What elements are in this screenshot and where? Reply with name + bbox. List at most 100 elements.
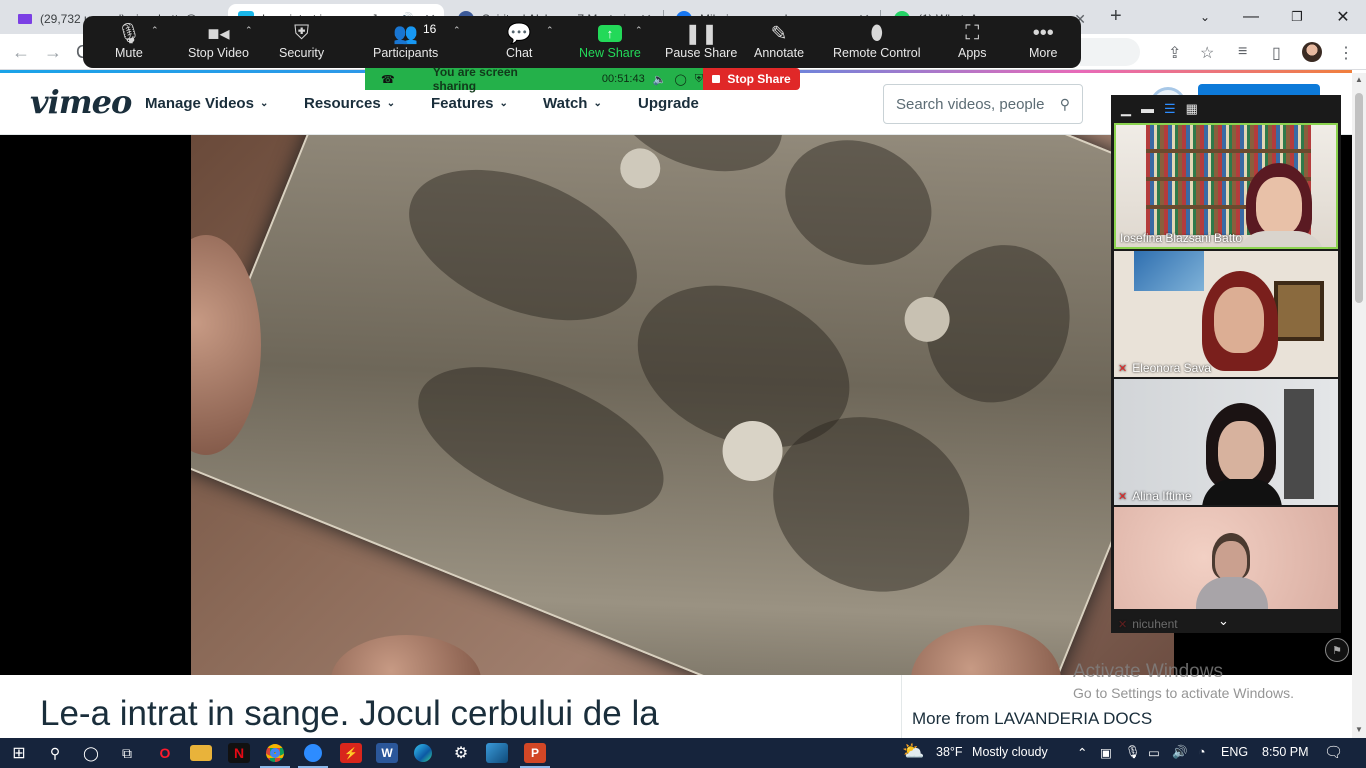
more-label: More [1029,46,1058,60]
speaker-view-icon[interactable]: ☰ [1164,101,1176,117]
vimeo-logo[interactable]: vimeo [30,83,132,121]
powerpoint-icon[interactable]: P [524,743,546,763]
nav-upgrade[interactable]: Upgrade [638,95,699,112]
annotate-button[interactable]: ✎ Annotate [754,20,804,61]
search-input[interactable]: Search videos, people ⚲ [883,84,1083,124]
remote-control-button[interactable]: ⬮ Remote Control [833,20,921,61]
screen-sharing-banner[interactable]: ☎ You are screen sharing 00:51:43 🔈 ◯ ⛨ [365,65,703,93]
record-icon[interactable]: ◯ [674,73,686,86]
nav-resources[interactable]: Resources ⌄ [304,95,395,112]
side-panel-icon[interactable]: ▯ [1272,43,1281,63]
participant-tile[interactable]: Iosefina Blazsani Batto [1114,123,1338,249]
microphone-icon[interactable]: 🎙 [1125,745,1141,760]
tab-search-icon[interactable]: ⌄ [1182,0,1228,34]
settings-gear-icon[interactable]: ⚙ [450,743,472,763]
participant-name: Iosefina Blazsani Batto [1120,231,1243,245]
nav-label: Manage Videos [145,95,254,112]
edge-icon[interactable] [412,743,434,763]
stop-share-button[interactable]: Stop Share [703,68,800,90]
opera-icon[interactable]: O [154,743,176,763]
video-title: Le-a intrat in sange. Jocul cerbului de … [40,694,659,733]
minimize-panel-icon[interactable]: ▁ [1121,101,1131,117]
bookmark-star-icon[interactable]: ☆ [1200,43,1214,63]
chat-button[interactable]: 💬 Chat [506,20,532,61]
wifi-icon[interactable]: ◔ [1198,745,1206,759]
participant-tile[interactable]: ✕ Alina Iftime [1114,379,1338,505]
more-button[interactable]: ••• More [1029,20,1058,61]
mic-muted-icon: ✕ [1118,490,1128,503]
address-bar[interactable] [1080,38,1140,66]
minimize-icon[interactable]: — [1228,0,1274,34]
nav-label: Resources [304,95,381,112]
search-icon[interactable]: ⚲ [44,743,66,763]
flag-icon[interactable]: ⚑ [1325,638,1349,662]
chevron-down-icon[interactable]: ⌄ [1218,613,1229,629]
chevron-down-icon: ⌄ [259,98,269,109]
scroll-thumb[interactable] [1355,93,1363,303]
reading-list-icon[interactable]: ≡ [1238,43,1247,61]
shield-icon[interactable]: ⛨ [695,73,703,86]
notifications-icon[interactable]: 🗨 [1324,743,1343,761]
netflix-icon[interactable]: N [228,743,250,763]
nav-label: Features [431,95,494,112]
chevron-down-icon: ⌄ [386,98,396,109]
windows-start-icon[interactable]: ⊞ [8,743,30,763]
page-scrollbar[interactable]: ▲ ▼ [1352,73,1366,738]
mic-muted-icon: ✕ [1118,362,1128,375]
chevron-down-icon[interactable]: ⌃ [635,25,643,36]
weather-cloud-icon[interactable]: ⛅ [902,741,924,762]
meet-now-icon[interactable]: ▣ [1100,745,1112,760]
windows-taskbar: ⊞ ⚲ ◯ ⧉ O N ⚡ W ⚙ P ⛅ 38°F Mostly cloudy… [0,738,1366,768]
pause-share-button[interactable]: ❚❚ Pause Share [665,20,737,61]
battery-icon[interactable]: ▭ [1148,745,1160,760]
volume-icon[interactable]: 🔊 [1172,745,1188,760]
language-indicator[interactable]: ENG [1221,745,1248,759]
search-icon[interactable]: ⚲ [1060,96,1070,113]
security-button[interactable]: ⛨ Security [279,20,324,61]
chevron-down-icon[interactable]: ⌃ [453,25,461,36]
apps-button[interactable]: ⛶ Apps [958,20,987,61]
speaker-icon[interactable]: 🔈 [653,73,667,86]
chrome-icon[interactable] [264,743,286,763]
menu-dots-icon[interactable]: ⋮ [1338,43,1354,63]
share-icon[interactable]: ⇪ [1168,43,1181,63]
chevron-down-icon[interactable]: ⌃ [245,25,253,36]
microphone-icon: 🎙 [116,22,142,45]
new-tab-button[interactable]: + [1110,5,1122,28]
zoom-icon[interactable] [302,743,324,763]
task-view-icon[interactable]: ⧉ [116,743,138,763]
more-from-heading[interactable]: More from LAVANDERIA DOCS [912,709,1152,729]
new-share-button[interactable]: ↑ New Share [579,20,641,60]
scroll-up-icon[interactable]: ▲ [1355,75,1363,84]
participant-tile[interactable]: ✕ Eleonora Sava [1114,251,1338,377]
phone-icon: ☎ [381,73,395,86]
nav-manage-videos[interactable]: Manage Videos ⌄ [145,95,268,112]
apps-label: Apps [958,46,987,60]
chevron-down-icon: ⌄ [499,98,508,109]
participant-tile[interactable]: ✕ nicuhent ⌄ [1114,507,1338,633]
weather-widget[interactable]: 38°F Mostly cloudy [936,745,1048,759]
chevron-down-icon[interactable]: ⌃ [151,25,159,36]
restore-icon[interactable]: ❐ [1274,0,1320,34]
mute-button[interactable]: 🎙 Mute [115,20,143,61]
nav-label: Watch [543,95,588,112]
profile-avatar[interactable] [1302,42,1322,62]
chevron-up-icon[interactable]: ⌃ [1077,745,1087,760]
nav-features[interactable]: Features ⌄ [431,95,508,112]
photos-icon[interactable] [486,743,508,763]
thumbnail-view-icon[interactable]: ▬ [1141,101,1154,116]
word-icon[interactable]: W [376,743,398,763]
scroll-down-icon[interactable]: ▼ [1355,725,1363,734]
acrobat-icon[interactable]: ⚡ [340,743,362,763]
nav-watch[interactable]: Watch ⌄ [543,95,602,112]
file-explorer-icon[interactable] [190,745,212,761]
close-window-icon[interactable]: ✕ [1320,0,1366,34]
back-icon[interactable]: ← [12,42,30,63]
forward-icon[interactable]: → [44,42,62,63]
weather-desc: Mostly cloudy [972,745,1048,759]
chevron-down-icon[interactable]: ⌃ [546,25,554,36]
stop-video-button[interactable]: ■◂ Stop Video [188,20,249,61]
cortana-icon[interactable]: ◯ [80,743,102,763]
clock[interactable]: 8:50 PM [1262,745,1309,759]
gallery-view-icon[interactable]: ▦ [1186,101,1198,117]
